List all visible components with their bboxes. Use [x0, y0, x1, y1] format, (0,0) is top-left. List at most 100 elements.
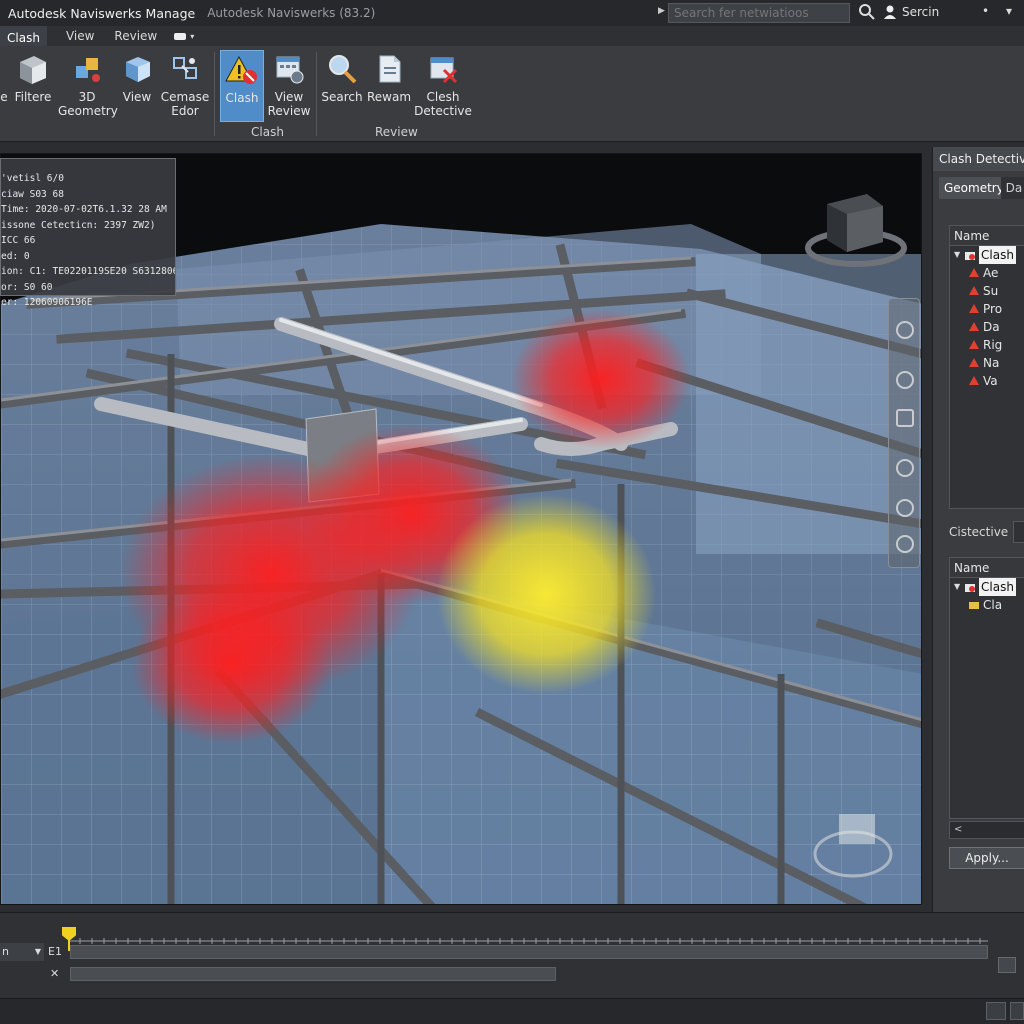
- ribbon-button-partial[interactable]: e: [0, 50, 8, 122]
- quick-access-icon: [174, 32, 187, 40]
- property-line: er: 12060906196E: [1, 297, 93, 308]
- property-line: Time: 2020-07-02T6.1.32 28 AM: [1, 204, 167, 215]
- filter-button[interactable]: Filtere: [12, 50, 54, 122]
- clash-detective-button[interactable]: Clesh Detective: [414, 50, 472, 122]
- row-label-e1: E1: [48, 945, 62, 958]
- property-line: or: S0 60: [1, 281, 53, 293]
- property-line: ICC 66: [1, 235, 36, 246]
- property-line: ciaw S03 68: [1, 188, 64, 200]
- tree-header-name[interactable]: Name: [950, 558, 1024, 578]
- app-title: Autodesk Naviswerks Manage: [8, 5, 196, 21]
- tab-review[interactable]: Review: [107, 26, 164, 46]
- row-label-x: ✕: [50, 967, 60, 980]
- status-settings-icon[interactable]: [1010, 1002, 1024, 1020]
- search-magnifier-icon: [329, 55, 357, 84]
- ribbon-button-label: Rewam: [366, 90, 412, 104]
- look-icon[interactable]: [896, 499, 914, 517]
- rewam-button[interactable]: Rewam: [366, 50, 412, 122]
- tab-view[interactable]: View: [59, 26, 101, 46]
- section-tab-button[interactable]: [1013, 521, 1024, 543]
- tree-label: Da: [983, 320, 1000, 334]
- clash-result-icon: [969, 602, 979, 609]
- view-button[interactable]: View: [118, 50, 156, 122]
- ribbon-button-label: Clesh Detective: [414, 90, 472, 118]
- timeline-track-1[interactable]: [70, 945, 988, 959]
- quick-access-dropdown[interactable]: ▾: [174, 29, 202, 43]
- tree-item[interactable]: Da: [950, 318, 1024, 336]
- steering-wheel-icon[interactable]: [896, 321, 914, 339]
- timeline-ruler[interactable]: [68, 937, 988, 945]
- horizontal-scrollbar[interactable]: <: [949, 821, 1024, 839]
- cemase-editor-button[interactable]: Cemase Edor: [160, 50, 210, 122]
- tree-item[interactable]: Rig: [950, 336, 1024, 354]
- tree-label: Su: [983, 284, 999, 298]
- clash-item-icon: [969, 268, 979, 277]
- minimize-button[interactable]: •: [982, 4, 989, 18]
- tree-header-name[interactable]: Name: [950, 226, 1024, 246]
- tree-label: Clash: [979, 246, 1016, 264]
- clash-folder-icon: [965, 584, 975, 592]
- ribbon-group-review: Review: [375, 125, 418, 139]
- collapse-caret-icon[interactable]: ▼: [954, 578, 964, 596]
- 3d-geometry-button[interactable]: 3D Geometry: [58, 50, 118, 122]
- expand-arrow-icon[interactable]: ▶: [658, 6, 665, 16]
- apply-button[interactable]: Apply...: [949, 847, 1024, 869]
- clash-detective-icon: [430, 57, 458, 84]
- navisworks-window: Autodesk Naviswerks Manage Autodesk Navi…: [0, 0, 1024, 1024]
- clash-detective-panel: Clash Detective Geometry Da Name ▼ Clash…: [932, 147, 1024, 912]
- tree-item[interactable]: Su: [950, 282, 1024, 300]
- view-review-button[interactable]: View Review: [266, 50, 312, 122]
- ribbon-button-label: Cemase Edor: [160, 90, 210, 118]
- view-review-icon: [276, 56, 304, 84]
- panel-title: Clash Detective: [933, 147, 1024, 171]
- ribbon: e Filtere 3D Geometry View Cemase Edor C…: [0, 46, 1024, 142]
- timeline-mode-select[interactable]: n ▼: [0, 943, 44, 961]
- status-tool-icon[interactable]: [986, 1002, 1006, 1020]
- tree-label: Va: [983, 374, 998, 388]
- tree-root-clash[interactable]: ▼ Clash: [950, 578, 1024, 596]
- section-label-detective: Cistective: [949, 525, 1009, 539]
- signin-label[interactable]: Sercin: [902, 5, 939, 19]
- timeline-track-2[interactable]: [70, 967, 556, 981]
- search-icon[interactable]: [858, 3, 876, 21]
- ribbon-button-label: Clash: [225, 91, 259, 105]
- search-input[interactable]: [668, 3, 850, 23]
- expand-track-icon[interactable]: [998, 957, 1016, 973]
- search-button[interactable]: Search: [320, 50, 364, 122]
- tree-item[interactable]: Na: [950, 354, 1024, 372]
- ribbon-button-label: Search: [321, 90, 363, 104]
- property-line: ion: C1: TE0220119SE20 S6312806438: [1, 266, 175, 277]
- walk-icon[interactable]: [896, 535, 914, 553]
- property-line: 'vetisl 6/0: [1, 173, 64, 184]
- document-icon: [379, 55, 401, 83]
- tree-label: Clash: [979, 578, 1016, 596]
- user-icon[interactable]: [882, 4, 898, 20]
- ribbon-tabs: Clash View Review ▾: [0, 26, 1024, 46]
- tab-clash[interactable]: Clash: [0, 26, 47, 46]
- collapse-caret-icon[interactable]: ▼: [954, 246, 964, 264]
- zoom-icon[interactable]: [896, 409, 914, 427]
- pan-icon[interactable]: [896, 371, 914, 389]
- timeliner-bar: n ▼ E1 ✕: [0, 912, 1024, 998]
- clash-tree-bottom: Name ▼ Clash Cla: [949, 557, 1024, 819]
- title-bar: Autodesk Naviswerks Manage Autodesk Navi…: [0, 0, 1024, 26]
- orbit-icon[interactable]: [896, 459, 914, 477]
- tab-geometry[interactable]: Geometry: [939, 177, 1001, 199]
- menu-dropdown-button[interactable]: ▾: [1006, 4, 1012, 18]
- tab-data[interactable]: Da: [1000, 177, 1024, 199]
- scroll-left-arrow[interactable]: <: [954, 824, 962, 835]
- view-cube-icon: [126, 57, 150, 82]
- tree-item[interactable]: Cla: [950, 596, 1024, 614]
- tree-item[interactable]: Va: [950, 372, 1024, 390]
- tree-item[interactable]: Pro: [950, 300, 1024, 318]
- ribbon-button-label: 3D Geometry: [58, 90, 118, 118]
- ribbon-button-label: View: [122, 90, 152, 104]
- chevron-down-icon: ▼: [34, 947, 41, 956]
- partial-icon: [0, 52, 8, 86]
- tree-label: Cla: [983, 598, 1003, 612]
- tree-label: Na: [983, 356, 1000, 370]
- clash-button[interactable]: Clash: [220, 50, 264, 122]
- property-line: ed: 0: [1, 250, 30, 262]
- tree-root-clash[interactable]: ▼ Clash: [950, 246, 1024, 264]
- tree-item[interactable]: Ae: [950, 264, 1024, 282]
